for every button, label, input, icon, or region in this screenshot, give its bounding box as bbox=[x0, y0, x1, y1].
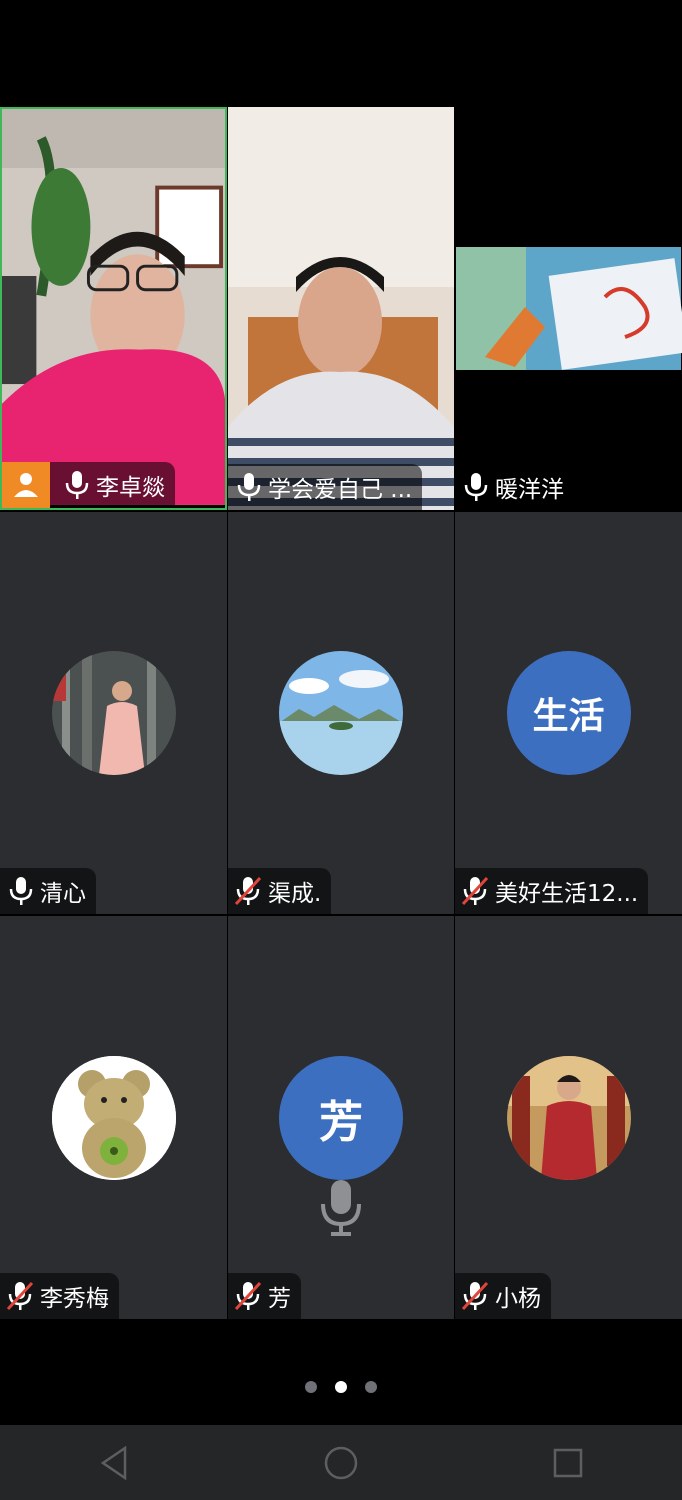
participant-name: 李卓燚 bbox=[96, 475, 165, 501]
participant-label-5: 渠成. bbox=[228, 868, 332, 914]
muted-microphone-icon bbox=[0, 1273, 34, 1319]
participant-tile-6[interactable]: 生活 美好生活12... bbox=[455, 512, 682, 914]
teddy-bear-avatar bbox=[51, 1055, 176, 1180]
page-indicator[interactable] bbox=[0, 1381, 682, 1393]
participant-name: 李秀梅 bbox=[40, 1286, 109, 1312]
speaking-microphone-icon bbox=[319, 1178, 363, 1238]
back-triangle-icon[interactable] bbox=[84, 1433, 144, 1493]
microphone-icon bbox=[0, 868, 34, 914]
muted-microphone-icon bbox=[228, 868, 262, 914]
participant-video-2 bbox=[228, 107, 454, 510]
participant-name: 渠成. bbox=[268, 881, 322, 907]
participant-name: 学会爱自己 ... bbox=[268, 477, 413, 503]
microphone-icon bbox=[56, 462, 90, 508]
participant-name: 美好生活12... bbox=[495, 881, 639, 907]
participant-label-7: 李秀梅 bbox=[0, 1273, 119, 1319]
photo-woman-trees-avatar bbox=[51, 651, 176, 775]
microphone-icon bbox=[455, 464, 489, 510]
recents-square-icon[interactable] bbox=[538, 1433, 598, 1493]
participant-grid: 李卓燚 学会爱自己 ... 暖洋洋 清心 渠成. 生活 美好生活12... 李秀… bbox=[0, 107, 682, 1319]
lake-landscape-avatar bbox=[279, 651, 403, 775]
participant-tile-2[interactable]: 学会爱自己 ... bbox=[228, 107, 454, 510]
participant-label-1: 李卓燚 bbox=[2, 462, 175, 508]
muted-microphone-icon bbox=[228, 1273, 262, 1319]
participant-tile-9[interactable]: 小杨 bbox=[455, 916, 682, 1319]
participant-label-3: 暖洋洋 bbox=[455, 464, 574, 510]
photo-woman-red-dress-avatar bbox=[506, 1055, 631, 1180]
host-badge-icon bbox=[2, 462, 50, 508]
system-navigation-bar bbox=[0, 1425, 682, 1500]
muted-microphone-icon bbox=[455, 868, 489, 914]
page-dot-2-current[interactable] bbox=[335, 1381, 347, 1393]
participant-tile-7[interactable]: 李秀梅 bbox=[0, 916, 227, 1319]
participant-name: 暖洋洋 bbox=[495, 477, 564, 503]
participant-label-6: 美好生活12... bbox=[455, 868, 649, 914]
page-dot-3[interactable] bbox=[365, 1381, 377, 1393]
text-avatar: 生活 bbox=[506, 651, 631, 775]
participant-tile-8[interactable]: 芳 芳 bbox=[228, 916, 454, 1319]
participant-name: 芳 bbox=[268, 1286, 291, 1312]
microphone-icon bbox=[228, 464, 262, 510]
participant-tile-1[interactable]: 李卓燚 bbox=[0, 107, 227, 510]
participant-name: 小杨 bbox=[495, 1286, 541, 1312]
participant-label-9: 小杨 bbox=[455, 1273, 551, 1319]
participant-tile-4[interactable]: 清心 bbox=[0, 512, 227, 914]
participant-video-1 bbox=[2, 109, 225, 505]
text-avatar: 芳 bbox=[279, 1055, 403, 1180]
home-circle-icon[interactable] bbox=[311, 1433, 371, 1493]
participant-label-4: 清心 bbox=[0, 868, 96, 914]
participant-label-2: 学会爱自己 ... bbox=[228, 464, 423, 510]
participant-video-3 bbox=[455, 107, 682, 510]
page-dot-1[interactable] bbox=[305, 1381, 317, 1393]
participant-tile-5[interactable]: 渠成. bbox=[228, 512, 454, 914]
participant-tile-3[interactable]: 暖洋洋 bbox=[455, 107, 682, 510]
participant-name: 清心 bbox=[40, 881, 86, 907]
muted-microphone-icon bbox=[455, 1273, 489, 1319]
participant-label-8: 芳 bbox=[228, 1273, 301, 1319]
